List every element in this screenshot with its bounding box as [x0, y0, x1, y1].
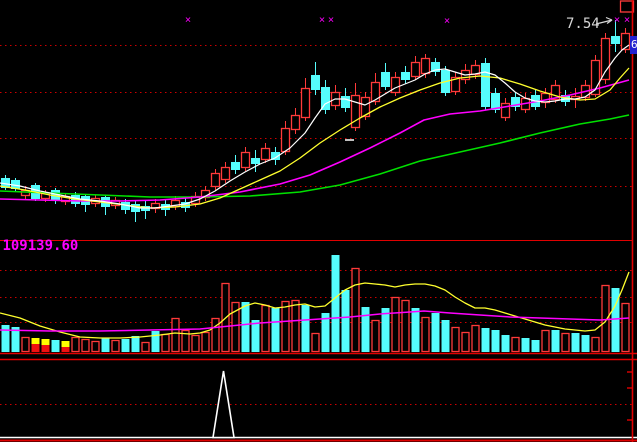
volume-value-label: :109139.60	[0, 238, 79, 254]
kline-chart-canvas[interactable]: ✕ ✕ ✕ ✕ ✕ ✕	[0, 0, 637, 442]
right-axis-price-tag: 6	[630, 36, 637, 54]
ma-lines	[0, 44, 630, 209]
sell-signal-x-markers: ✕ ✕ ✕ ✕ ✕ ✕	[185, 15, 630, 27]
svg-text:✕: ✕	[614, 15, 620, 26]
trading-app-screen: ✕✕✕✕✕✕ :109139.60 7.54 6	[0, 0, 637, 442]
svg-text:✕: ✕	[444, 16, 450, 27]
price-callout-label: 7.54	[566, 16, 600, 32]
volume-ma-lines	[0, 271, 630, 339]
svg-text:✕: ✕	[185, 15, 191, 26]
right-axis-border	[627, 0, 634, 442]
svg-text:✕: ✕	[328, 15, 334, 26]
svg-text:✕: ✕	[624, 15, 630, 26]
svg-text:✕: ✕	[319, 15, 325, 26]
